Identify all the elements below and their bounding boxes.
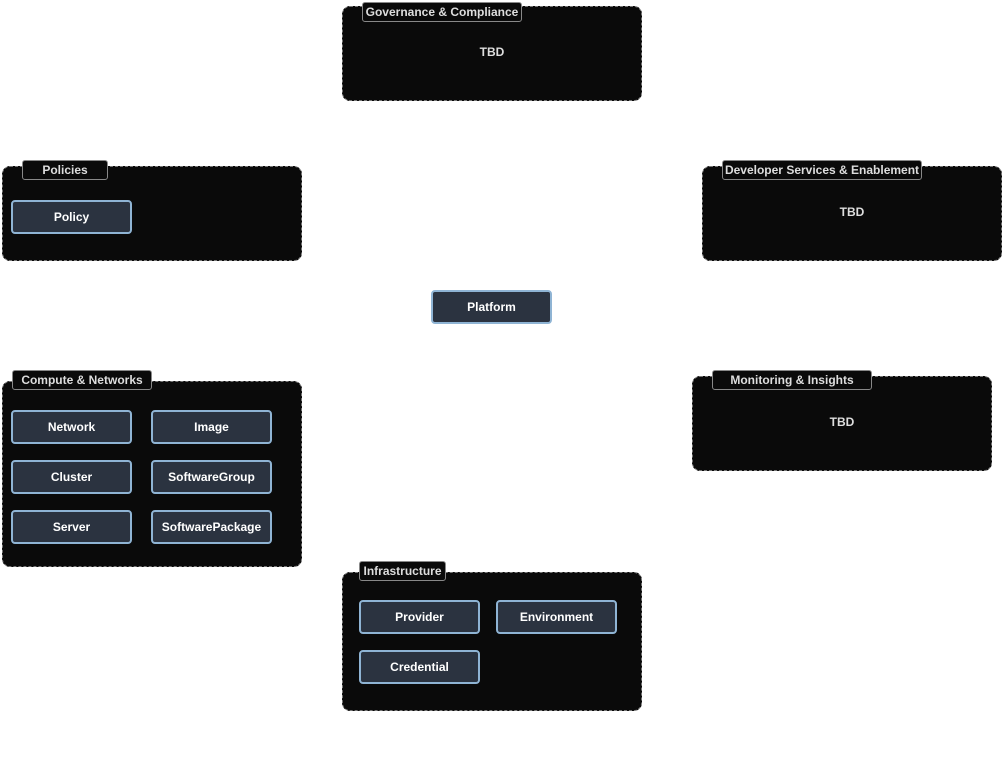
policies-title: Policies — [22, 160, 108, 180]
node-environment[interactable]: Environment — [496, 600, 617, 634]
governance-title: Governance & Compliance — [362, 2, 522, 22]
node-softwaregroup[interactable]: SoftwareGroup — [151, 460, 272, 494]
monitoring-title: Monitoring & Insights — [712, 370, 872, 390]
node-server[interactable]: Server — [11, 510, 132, 544]
group-monitoring: TBD — [692, 376, 992, 471]
group-developer-services: TBD — [702, 166, 1002, 261]
group-infrastructure — [342, 572, 642, 711]
node-softwarepackage[interactable]: SoftwarePackage — [151, 510, 272, 544]
node-credential[interactable]: Credential — [359, 650, 480, 684]
node-cluster[interactable]: Cluster — [11, 460, 132, 494]
node-image[interactable]: Image — [151, 410, 272, 444]
infrastructure-title: Infrastructure — [359, 561, 446, 581]
monitoring-tbd: TBD — [829, 415, 855, 429]
developer-title: Developer Services & Enablement — [722, 160, 922, 180]
node-network[interactable]: Network — [11, 410, 132, 444]
compute-title: Compute & Networks — [12, 370, 152, 390]
node-policy[interactable]: Policy — [11, 200, 132, 234]
developer-tbd: TBD — [839, 205, 865, 219]
node-provider[interactable]: Provider — [359, 600, 480, 634]
governance-tbd: TBD — [479, 45, 505, 59]
node-platform[interactable]: Platform — [431, 290, 552, 324]
